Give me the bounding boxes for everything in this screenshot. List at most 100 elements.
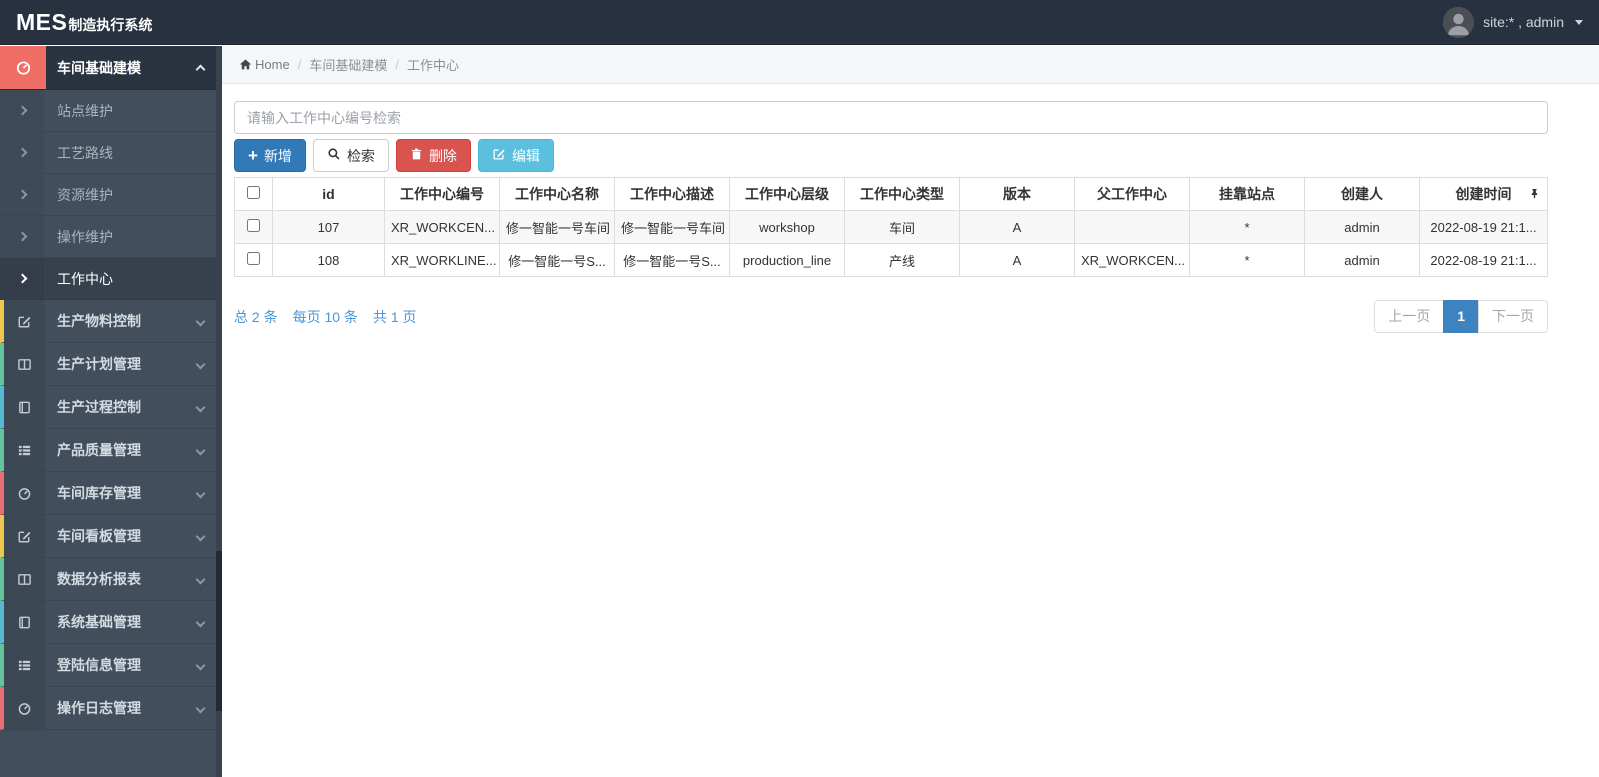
add-button-label: 新增 <box>263 147 292 164</box>
cell-type: 产线 <box>844 243 960 277</box>
cell-created: 2022-08-19 21:1... <box>1419 243 1548 277</box>
breadcrumb-level1: 车间基础建模 <box>309 58 388 73</box>
cell-parent <box>1074 210 1190 244</box>
table-row[interactable]: 108 XR_WORKLINE... 修一智能一号S... 修一智能一号S...… <box>234 243 1548 277</box>
sidebar-group-label: 数据分析报表 <box>57 571 141 587</box>
column-header-code: 工作中心编号 <box>384 177 500 211</box>
pin-icon[interactable] <box>1529 187 1540 203</box>
top-navbar: MES 制造执行系统 site:* , admin <box>0 0 1599 45</box>
cell-level: workshop <box>729 210 845 244</box>
prev-page-button[interactable]: 上一页 <box>1374 300 1445 333</box>
cell-version: A <box>959 210 1075 244</box>
list-icon <box>4 644 46 686</box>
sidebar-group-label: 登陆信息管理 <box>57 657 141 673</box>
cell-version: A <box>959 243 1075 277</box>
add-button[interactable]: + 新增 <box>234 139 306 172</box>
sidebar-item-label: 工作中心 <box>57 270 113 287</box>
home-icon <box>239 58 252 71</box>
sidebar-group-label: 操作日志管理 <box>57 700 141 716</box>
cell-code: XR_WORKLINE... <box>384 243 500 277</box>
sidebar-item-resource-maintenance[interactable]: 资源维护 <box>0 174 222 216</box>
sidebar-group-label: 生产计划管理 <box>57 356 141 372</box>
sidebar-item-site-maintenance[interactable]: 站点维护 <box>0 90 222 132</box>
row-checkbox[interactable] <box>247 219 260 232</box>
cell-created: 2022-08-19 21:1... <box>1419 210 1548 244</box>
breadcrumb: Home / 车间基础建模 / 工作中心 <box>222 46 1599 84</box>
column-header-level: 工作中心层级 <box>729 177 845 211</box>
plus-icon: + <box>248 146 258 165</box>
cell-name: 修一智能一号S... <box>499 243 615 277</box>
book-icon <box>4 386 46 428</box>
record-summary: 总 2 条 每页 10 条 共 1 页 <box>234 307 417 327</box>
column-header-desc: 工作中心描述 <box>614 177 730 211</box>
sidebar-group-production-process-control[interactable]: 生产过程控制 <box>0 386 222 429</box>
search-button[interactable]: 检索 <box>312 139 389 172</box>
delete-button[interactable]: 删除 <box>395 139 471 172</box>
sidebar-item-label: 操作维护 <box>57 228 113 245</box>
total-count: 总 2 条 <box>234 308 278 325</box>
sidebar-group-label: 生产过程控制 <box>57 399 141 415</box>
sidebar-group-workshop-kanban-management[interactable]: 车间看板管理 <box>0 515 222 558</box>
column-header-created-label: 创建时间 <box>1455 186 1512 202</box>
sidebar-group-label: 系统基础管理 <box>57 614 141 630</box>
cell-desc: 修一智能一号S... <box>614 243 730 277</box>
chevron-right-icon <box>0 174 46 215</box>
cell-creator: admin <box>1304 210 1420 244</box>
toolbar: + 新增 检索 删除 编辑 <box>234 139 1548 172</box>
sidebar-group-login-info-management[interactable]: 登陆信息管理 <box>0 644 222 687</box>
chevron-right-icon <box>0 258 46 299</box>
edit-icon <box>4 515 46 557</box>
user-label: site:* , admin <box>1483 14 1564 30</box>
column-header-version: 版本 <box>959 177 1075 211</box>
app-logo-suffix: 制造执行系统 <box>68 16 153 33</box>
sidebar-group-label: 生产物料控制 <box>57 313 141 329</box>
page-count: 共 1 页 <box>372 308 417 325</box>
select-all-cell <box>234 177 273 211</box>
app-logo: MES 制造执行系统 <box>16 9 152 36</box>
sidebar-group-label: 车间基础建模 <box>57 59 141 76</box>
edit-icon <box>4 300 46 342</box>
sidebar-group-workshop-inventory-management[interactable]: 车间库存管理 <box>0 472 222 515</box>
list-icon <box>4 429 46 471</box>
table-row[interactable]: 107 XR_WORKCEN... 修一智能一号车间 修一智能一号车间 work… <box>234 210 1548 244</box>
cell-desc: 修一智能一号车间 <box>614 210 730 244</box>
breadcrumb-home[interactable]: Home <box>239 57 290 72</box>
sidebar-group-label: 车间库存管理 <box>57 485 141 501</box>
next-page-button[interactable]: 下一页 <box>1478 300 1548 333</box>
sidebar-item-operation-maintenance[interactable]: 操作维护 <box>0 216 222 258</box>
select-all-checkbox[interactable] <box>247 186 260 199</box>
app-logo-mes: MES <box>16 8 68 35</box>
sidebar-item-label: 工艺路线 <box>57 144 113 161</box>
sidebar-group-product-quality-management[interactable]: 产品质量管理 <box>0 429 222 472</box>
sidebar-group-system-basic-management[interactable]: 系统基础管理 <box>0 601 222 644</box>
sidebar-group-production-plan-management[interactable]: 生产计划管理 <box>0 343 222 386</box>
sidebar-group-workshop-basic-modeling[interactable]: 车间基础建模 <box>0 46 222 90</box>
cell-parent: XR_WORKCEN... <box>1074 243 1190 277</box>
book-icon <box>4 601 46 643</box>
cell-station: * <box>1189 210 1305 244</box>
column-header-name: 工作中心名称 <box>499 177 615 211</box>
chevron-right-icon <box>0 90 46 131</box>
work-center-table: id 工作中心编号 工作中心名称 工作中心描述 工作中心层级 工作中心类型 版本… <box>234 177 1548 277</box>
sidebar-item-process-route[interactable]: 工艺路线 <box>0 132 222 174</box>
search-button-label: 检索 <box>346 147 375 164</box>
content-area: + 新增 检索 删除 <box>222 84 1599 333</box>
sidebar-item-work-center[interactable]: 工作中心 <box>0 258 222 300</box>
row-checkbox[interactable] <box>247 252 260 265</box>
search-input[interactable] <box>234 101 1548 134</box>
breadcrumb-separator: / <box>395 57 399 72</box>
edit-button[interactable]: 编辑 <box>477 139 554 172</box>
sidebar: 车间基础建模 站点维护 工艺路线 资源维护 操作维护 工作中心 生产物料控制 生… <box>0 46 222 777</box>
sidebar-group-operation-log-management[interactable]: 操作日志管理 <box>0 687 222 730</box>
cell-code: XR_WORKCEN... <box>384 210 500 244</box>
cell-creator: admin <box>1304 243 1420 277</box>
page-1-button[interactable]: 1 <box>1443 300 1479 333</box>
main-content: Home / 车间基础建模 / 工作中心 + 新增 检索 <box>222 46 1599 777</box>
sidebar-group-production-material-control[interactable]: 生产物料控制 <box>0 300 222 343</box>
table-header-row: id 工作中心编号 工作中心名称 工作中心描述 工作中心层级 工作中心类型 版本… <box>234 177 1548 211</box>
search-icon <box>327 147 341 164</box>
table-footer: 总 2 条 每页 10 条 共 1 页 上一页 1 下一页 <box>234 300 1548 333</box>
sidebar-group-data-analysis-report[interactable]: 数据分析报表 <box>0 558 222 601</box>
user-menu[interactable]: site:* , admin <box>1443 6 1583 38</box>
cell-id: 108 <box>272 243 385 277</box>
